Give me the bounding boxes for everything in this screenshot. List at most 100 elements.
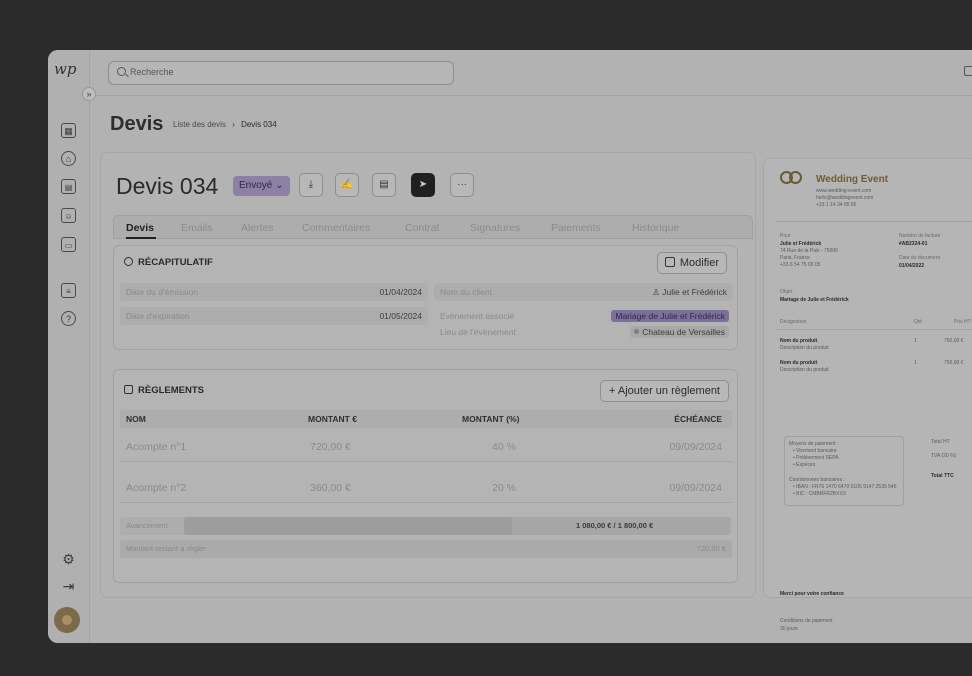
tab-contrat[interactable]: Contrat	[405, 222, 439, 234]
client-address-2: Paris, France	[780, 255, 810, 261]
breadcrumb-current: Devis 034	[241, 120, 277, 129]
price-col: Prix HT	[954, 319, 971, 325]
payment-method: • Espèces	[793, 462, 816, 468]
contacts-icon[interactable]: ☺	[61, 208, 76, 223]
payments-table-header: NOM MONTANT € MONTANT (%) ÉCHÉANCE	[120, 410, 732, 428]
tab-emails[interactable]: Emails	[181, 222, 213, 234]
thanks-text: Merci pour votre confiance	[780, 591, 844, 597]
tab-paiements[interactable]: Paiements	[551, 222, 601, 234]
more-button[interactable]: ···	[450, 173, 474, 197]
payments-title: RÈGLEMENTS	[124, 385, 204, 396]
search-icon	[117, 67, 126, 76]
conditions-value: 30 jours	[780, 626, 798, 632]
bank-iban: • IBAN : FR76 1470 6470 0105 9147 2535 5…	[793, 484, 897, 490]
place-dot-icon	[634, 329, 640, 334]
bank-bic: • BIC : CMBRFR2BXXX	[793, 491, 847, 497]
avatar[interactable]	[54, 607, 80, 633]
emission-date-value: 01/04/2024	[379, 287, 422, 297]
tab-historique[interactable]: Historique	[632, 222, 679, 234]
event-tag[interactable]: Mariage de Julie et Frédérick	[611, 310, 729, 322]
home-icon[interactable]: ⌂	[61, 151, 76, 166]
tva-label: TVA (20 %)	[931, 453, 957, 459]
info-icon	[124, 257, 133, 266]
emission-date-row: Date du d'émission 01/04/2024	[120, 283, 428, 301]
tab-alertes[interactable]: Alertes	[241, 222, 274, 234]
search-placeholder: Recherche	[130, 67, 174, 77]
table-row[interactable]: Acompte n°2 360,00 € 20 % 09/09/2024	[120, 473, 732, 503]
recap-title: RÉCAPITULATIF	[124, 257, 213, 268]
document-icon[interactable]: ≡	[61, 283, 76, 298]
brand-logo-icon	[780, 171, 802, 185]
wallet-icon	[124, 385, 133, 394]
progress-row: Avancement 1 080,00 € / 1 800,00 €	[120, 517, 732, 535]
payment-amount: 360,00 €	[310, 482, 351, 494]
breadcrumb: Liste des devis › Devis 034	[173, 120, 277, 129]
recap-section: RÉCAPITULATIF Modifier Date du d'émissio…	[113, 245, 738, 350]
progress-label: Avancement	[126, 521, 168, 530]
client-value[interactable]: ♙ Julie et Frédérick	[652, 287, 727, 298]
expiration-date-row: Date d'expiration 01/05/2024	[120, 307, 428, 325]
item-price: 750,00 €	[944, 360, 964, 366]
client-address-1: 74 Rue de la Paix - 75000	[780, 248, 838, 254]
table-row[interactable]: Acompte n°1 720,00 € 40 % 09/09/2024	[120, 432, 732, 462]
payment-percent: 40 %	[492, 441, 516, 453]
calendar-icon[interactable]: ▤	[61, 179, 76, 194]
object-value: Mariage de Julie et Frédérick	[780, 297, 849, 303]
add-payment-button[interactable]: + Ajouter un règlement	[600, 380, 729, 402]
progress-bar: 1 080,00 € / 1 800,00 €	[184, 517, 730, 535]
search-input[interactable]: Recherche	[108, 61, 454, 85]
col-amount: MONTANT €	[308, 414, 357, 424]
send-button[interactable]: ➤	[411, 173, 435, 197]
sidebar: wp ▦ ⌂ ▤ ☺ ▭ ≡ ? ⚙ ⇥	[48, 50, 90, 643]
duplicate-button[interactable]: ▤	[372, 173, 396, 197]
breadcrumb-parent[interactable]: Liste des devis	[173, 120, 226, 129]
doc-date-label: Date du document	[899, 255, 940, 261]
item-qty: 1	[914, 338, 917, 344]
app-logo: wp	[54, 60, 77, 78]
page-title: Devis	[110, 113, 164, 135]
expiration-date-value: 01/05/2024	[379, 311, 422, 321]
designation-col: Désignation	[780, 319, 807, 325]
tab-bar: Devis Emails Alertes Commentaires Contra…	[113, 215, 753, 239]
recap-title-text: RÉCAPITULATIF	[138, 257, 213, 268]
total-ttc-label: Total TTC	[931, 473, 954, 479]
doc-date: 01/04/2022	[899, 263, 925, 269]
tab-commentaires[interactable]: Commentaires	[302, 222, 370, 234]
document-title: Devis 034	[116, 173, 219, 199]
invoice-preview[interactable]: Wedding Event www.wedding-event.com hell…	[763, 158, 972, 632]
place-row: Lieu de l'évènement Chateau de Versaille…	[434, 323, 733, 341]
chat-icon[interactable]	[964, 66, 972, 76]
item-name: Nom du produit	[780, 338, 818, 344]
progress-text: 1 080,00 € / 1 800,00 €	[576, 521, 654, 530]
status-dropdown[interactable]: Envoyé ⌄	[233, 176, 290, 196]
presentation-icon[interactable]: ▭	[61, 237, 76, 252]
item-price: 750,00 €	[944, 338, 964, 344]
place-tag[interactable]: Chateau de Versailles	[630, 326, 729, 338]
dashboard-icon[interactable]: ▦	[61, 123, 76, 138]
payment-due: 09/09/2024	[669, 441, 722, 453]
remaining-value: 720,00 €	[696, 544, 726, 553]
conditions-label: Conditions de paiement	[780, 618, 833, 624]
divider	[776, 329, 972, 330]
event-label: Evènement associé	[440, 311, 515, 321]
col-percent: MONTANT (%)	[462, 414, 520, 424]
logout-icon[interactable]: ⇥	[61, 579, 76, 594]
client-label: Nom du client	[440, 287, 492, 297]
tab-devis[interactable]: Devis	[126, 222, 154, 234]
help-icon[interactable]: ?	[61, 311, 76, 326]
quote-card: Devis 034 Envoyé ⌄ ⤓ ✍ ▤ ➤ ··· Devis Ema…	[100, 152, 756, 598]
payments-title-text: RÈGLEMENTS	[138, 385, 204, 396]
edit-button[interactable]: Modifier	[656, 252, 727, 274]
col-name: NOM	[126, 414, 146, 424]
edit-label: Modifier	[679, 257, 719, 269]
payment-methods-title: Moyens de paiement :	[789, 441, 839, 447]
brand-website: www.wedding-event.com	[816, 188, 872, 194]
topbar: Recherche	[90, 50, 972, 96]
sign-button[interactable]: ✍	[335, 173, 359, 197]
sidebar-collapse-button[interactable]: »	[82, 87, 96, 101]
settings-icon[interactable]: ⚙	[61, 552, 76, 567]
item-desc: Description du produit	[780, 367, 829, 373]
download-button[interactable]: ⤓	[299, 173, 323, 197]
tab-signatures[interactable]: Signatures	[470, 222, 520, 234]
expiration-date-label: Date d'expiration	[126, 311, 190, 321]
